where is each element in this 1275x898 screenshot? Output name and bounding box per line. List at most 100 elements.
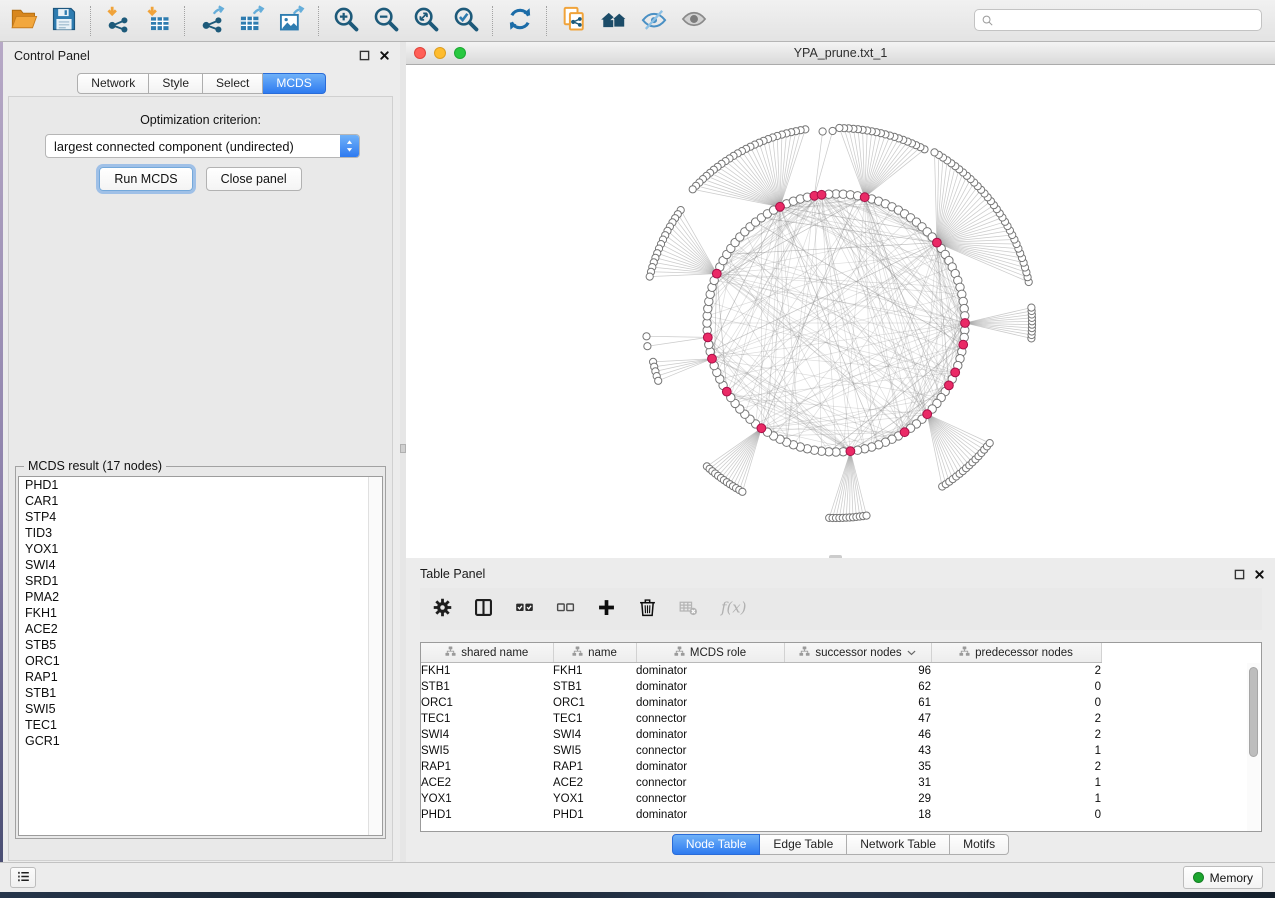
zoom-in-button[interactable] <box>326 3 366 39</box>
mcds-result-item[interactable]: STB1 <box>19 685 382 701</box>
mcds-result-item[interactable]: RAP1 <box>19 669 382 685</box>
table-scrollbar-thumb[interactable] <box>1249 667 1258 757</box>
export-image-button[interactable] <box>272 3 312 39</box>
mcds-result-item[interactable]: SWI4 <box>19 557 382 573</box>
column-header-predecessor-nodes[interactable]: predecessor nodes <box>931 643 1101 663</box>
mcds-result-item[interactable]: YOX1 <box>19 541 382 557</box>
tab-motifs[interactable]: Motifs <box>950 834 1009 855</box>
tab-edge-table[interactable]: Edge Table <box>760 834 847 855</box>
search-input[interactable] <box>995 10 1261 30</box>
show-all-button[interactable] <box>674 3 714 39</box>
table-row[interactable]: ACE2ACE2connector311 <box>421 775 1262 791</box>
optimization-criterion-select[interactable]: largest connected component (undirected) <box>45 134 360 158</box>
column-header-MCDS-role[interactable]: MCDS role <box>636 643 784 663</box>
memory-button[interactable]: Memory <box>1183 866 1263 889</box>
table-row[interactable]: FKH1FKH1dominator962 <box>421 663 1262 680</box>
mcds-result-item[interactable]: GCR1 <box>19 733 382 749</box>
tab-select[interactable]: Select <box>203 73 263 94</box>
zoom-fit-button[interactable] <box>406 3 446 39</box>
export-image-icon <box>278 5 306 36</box>
hide-selected-button[interactable] <box>634 3 674 39</box>
tab-style[interactable]: Style <box>149 73 203 94</box>
main-toolbar <box>0 0 1275 42</box>
table-cell <box>1101 663 1262 680</box>
column-header-name[interactable]: name <box>553 643 636 663</box>
duplicate-network-button[interactable] <box>554 3 594 39</box>
open-file-icon <box>10 5 38 36</box>
search-box[interactable] <box>974 9 1262 31</box>
close-panel-icon[interactable] <box>379 50 390 61</box>
table-cell <box>1101 759 1262 775</box>
mcds-result-item[interactable]: STB5 <box>19 637 382 653</box>
fx-icon: f(x) <box>718 597 752 621</box>
status-bar: Memory <box>0 862 1275 892</box>
add-button[interactable] <box>594 596 618 622</box>
tab-node-table[interactable]: Node Table <box>672 834 761 855</box>
shared-column-icon <box>799 646 810 660</box>
zoom-selected-button[interactable] <box>446 3 486 39</box>
table-cell: connector <box>636 711 784 727</box>
mcds-result-item[interactable]: PHD1 <box>19 477 382 493</box>
table-row[interactable]: SWI5SWI5connector431 <box>421 743 1262 759</box>
columns-button[interactable] <box>471 596 495 622</box>
network-graph[interactable] <box>406 65 1275 558</box>
tab-network[interactable]: Network <box>77 73 149 94</box>
table-cell: 35 <box>784 759 931 775</box>
delete-button[interactable] <box>635 596 659 622</box>
zoom-selected-icon <box>452 5 480 36</box>
table-cell: 1 <box>931 775 1101 791</box>
mcds-buttons-row: Run MCDS Close panel <box>9 167 392 191</box>
table-cell: 47 <box>784 711 931 727</box>
mcds-result-item[interactable]: SRD1 <box>19 573 382 589</box>
table-row[interactable]: YOX1YOX1connector291 <box>421 791 1262 807</box>
float-panel-icon[interactable] <box>359 50 370 61</box>
table-cell: 0 <box>931 695 1101 711</box>
mcds-result-item[interactable]: FKH1 <box>19 605 382 621</box>
mcds-result-item[interactable]: ACE2 <box>19 621 382 637</box>
import-table-button[interactable] <box>138 3 178 39</box>
sort-indicator-icon <box>907 647 916 659</box>
desktop-wallpaper-edge <box>0 42 3 862</box>
mcds-result-item[interactable]: ORC1 <box>19 653 382 669</box>
import-network-button[interactable] <box>98 3 138 39</box>
table-scrollbar[interactable] <box>1247 663 1260 831</box>
save-session-button[interactable] <box>44 3 84 39</box>
table-row[interactable]: ORC1ORC1dominator610 <box>421 695 1262 711</box>
node-table[interactable]: shared namenameMCDS rolesuccessor nodesp… <box>420 642 1262 832</box>
mcds-result-item[interactable]: STP4 <box>19 509 382 525</box>
table-row[interactable]: SWI4SWI4dominator462 <box>421 727 1262 743</box>
table-cell: dominator <box>636 807 784 823</box>
mcds-result-item[interactable]: TEC1 <box>19 717 382 733</box>
table-row[interactable]: RAP1RAP1dominator352 <box>421 759 1262 775</box>
table-row[interactable]: PHD1PHD1dominator180 <box>421 807 1262 823</box>
float-panel-icon[interactable] <box>1234 569 1245 580</box>
export-network-button[interactable] <box>192 3 232 39</box>
mcds-list-scrollbar[interactable] <box>368 477 382 835</box>
run-mcds-button[interactable]: Run MCDS <box>99 167 192 191</box>
zoom-out-button[interactable] <box>366 3 406 39</box>
gear-button[interactable] <box>430 596 454 622</box>
tab-network-table[interactable]: Network Table <box>847 834 950 855</box>
table-row[interactable]: STB1STB1dominator620 <box>421 679 1262 695</box>
select-all-button[interactable] <box>512 596 536 622</box>
column-header-successor-nodes[interactable]: successor nodes <box>784 643 931 663</box>
refresh-button[interactable] <box>500 3 540 39</box>
show-panels-button[interactable] <box>10 867 36 888</box>
first-neighbors-button[interactable] <box>594 3 634 39</box>
table-cell: 2 <box>931 663 1101 680</box>
table-row[interactable]: TEC1TEC1connector472 <box>421 711 1262 727</box>
mcds-result-item[interactable]: SWI5 <box>19 701 382 717</box>
mcds-result-item[interactable]: PMA2 <box>19 589 382 605</box>
mcds-result-item[interactable]: CAR1 <box>19 493 382 509</box>
mcds-result-item[interactable]: TID3 <box>19 525 382 541</box>
close-panel-icon[interactable] <box>1254 569 1265 580</box>
tab-mcds[interactable]: MCDS <box>263 73 325 94</box>
export-table-button[interactable] <box>232 3 272 39</box>
deselect-all-button[interactable] <box>553 596 577 622</box>
close-panel-button[interactable]: Close panel <box>206 167 302 191</box>
open-file-button[interactable] <box>4 3 44 39</box>
network-canvas[interactable] <box>406 65 1275 558</box>
column-header-shared-name[interactable]: shared name <box>421 643 553 663</box>
mcds-result-list[interactable]: PHD1CAR1STP4TID3YOX1SWI4SRD1PMA2FKH1ACE2… <box>18 476 383 836</box>
table-cell <box>1101 743 1262 759</box>
